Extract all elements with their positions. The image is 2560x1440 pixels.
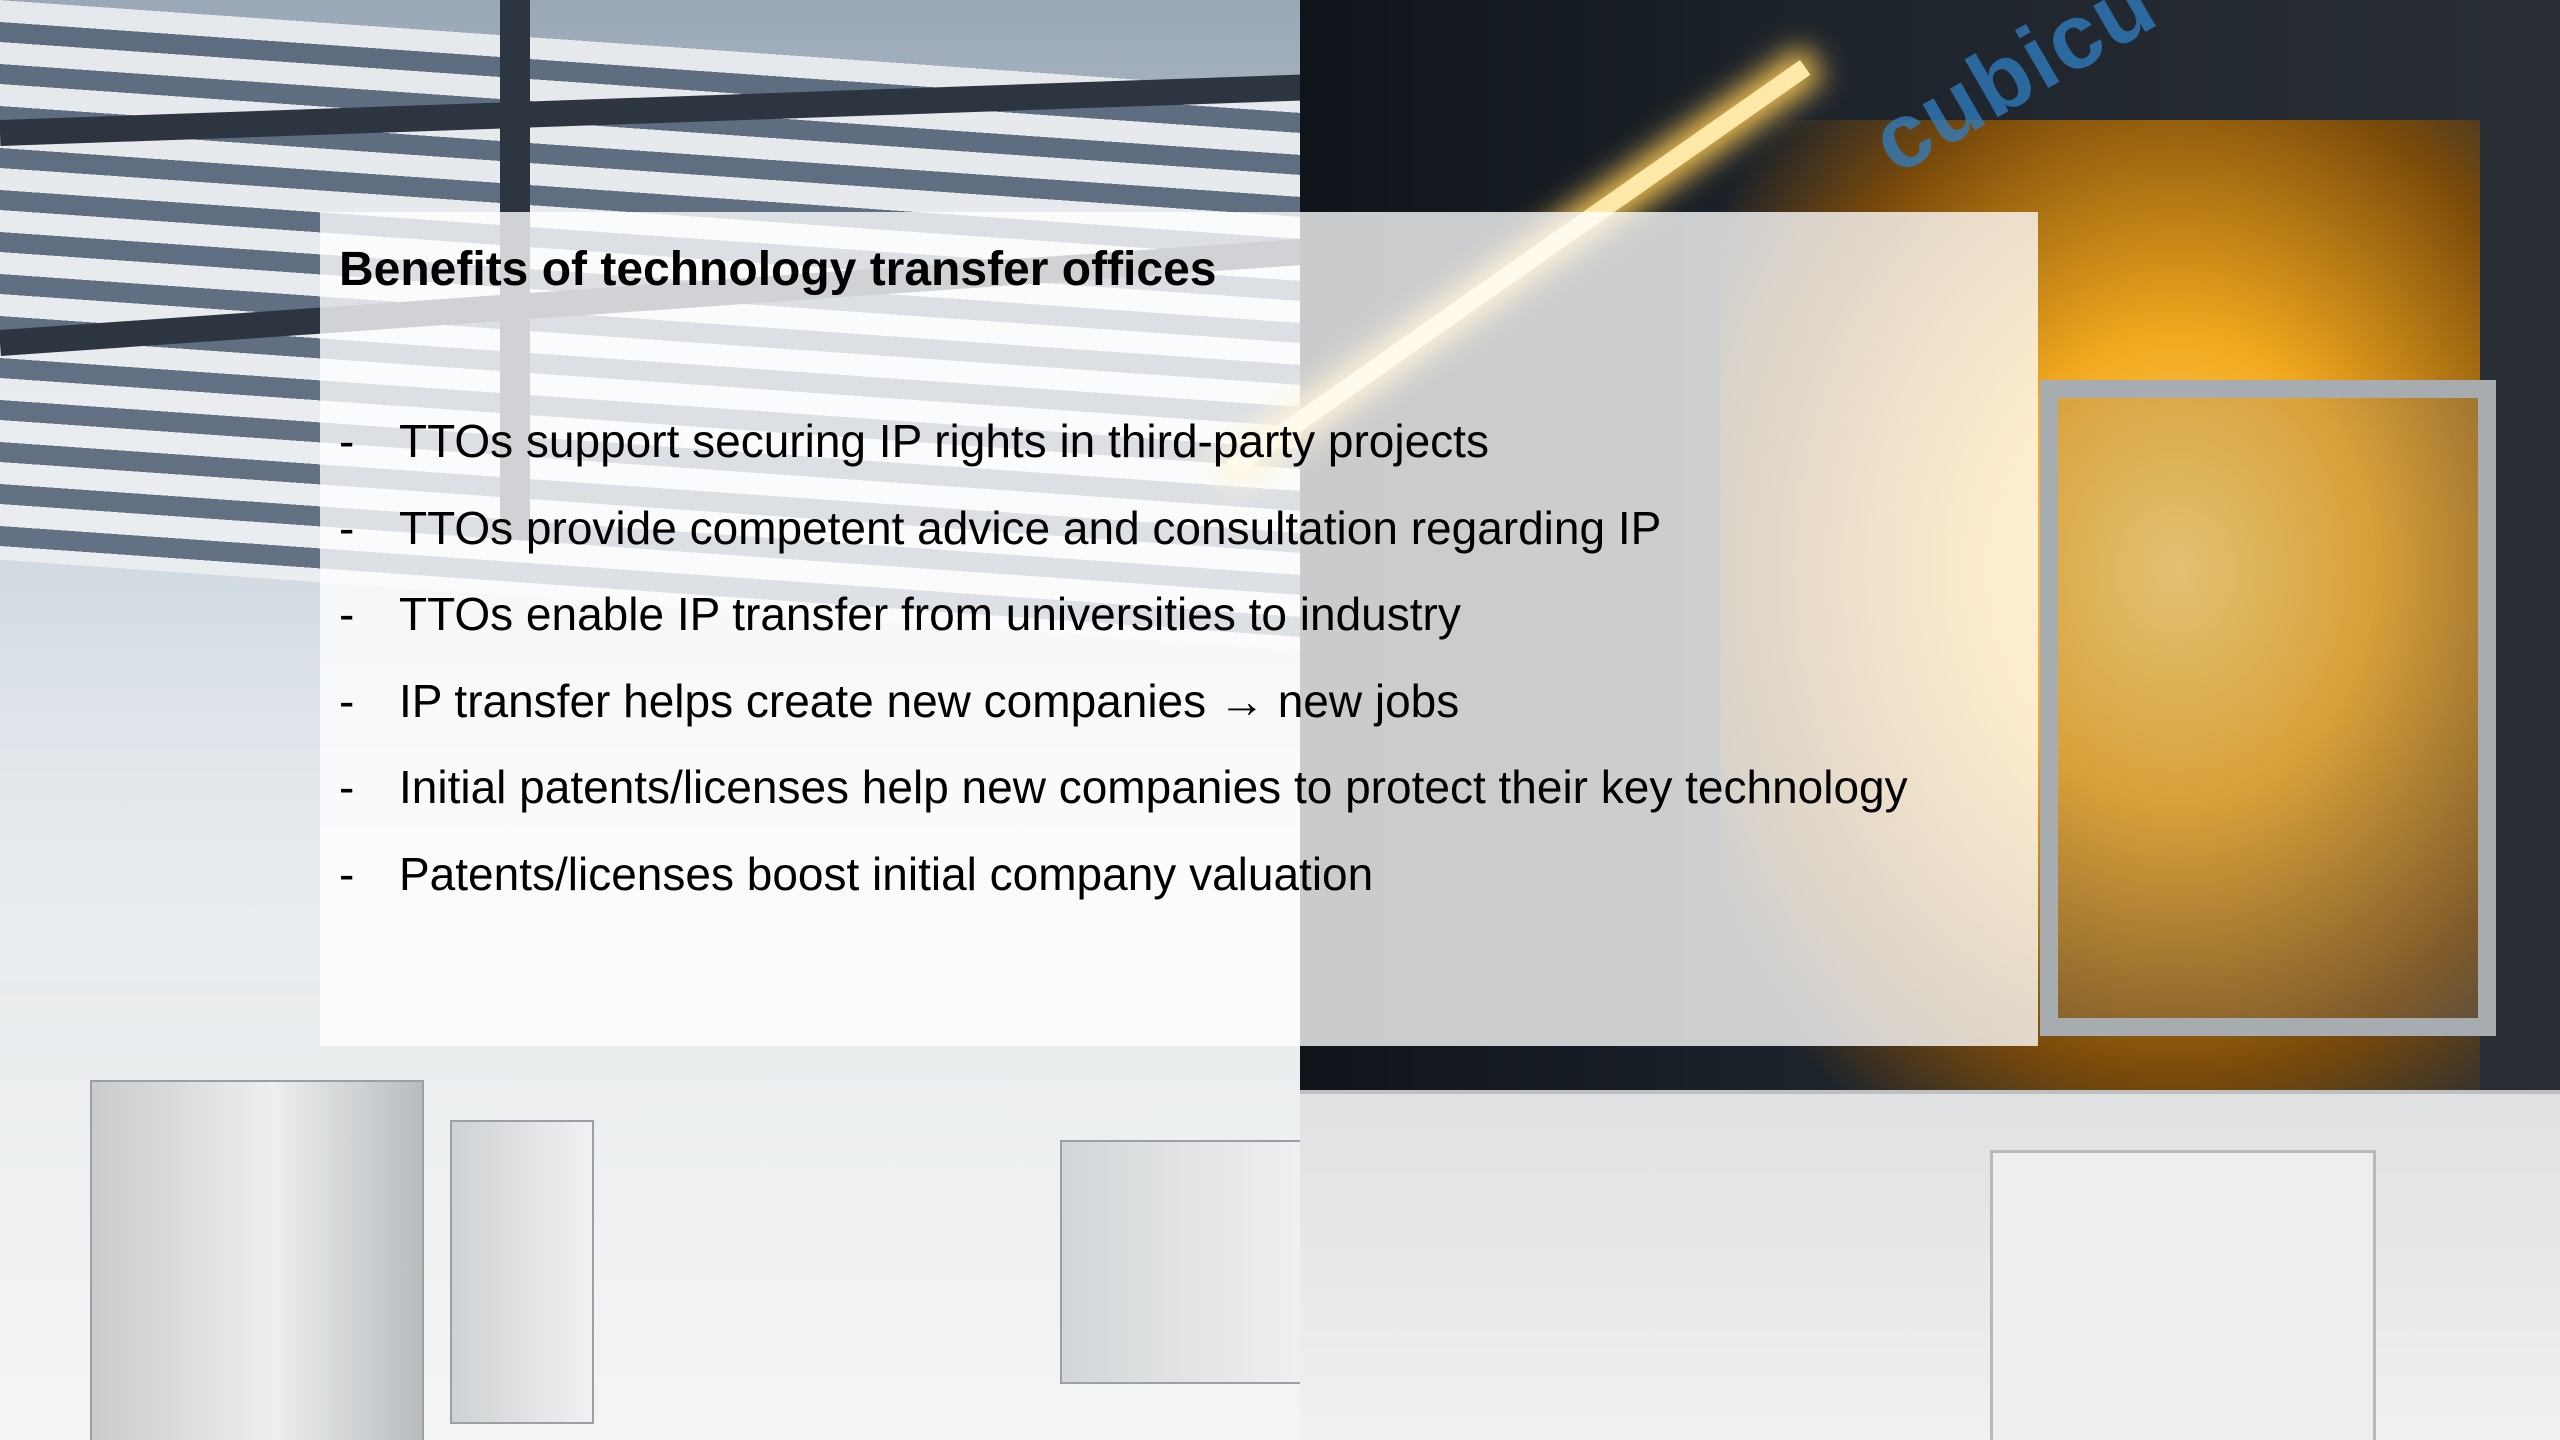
bullet-marker: - [339,761,355,813]
bullet-marker: - [339,588,355,640]
bullet-item: - Initial patents/licenses help new comp… [339,760,1908,847]
bullet-text: Patents/licenses boost initial company v… [399,847,1374,900]
printer-machine-middle [1060,1140,1324,1384]
machine-door [1990,1150,2376,1440]
bullet-item: - TTOs provide competent advice and cons… [339,501,1908,588]
bullet-text: TTOs support securing IP rights in third… [399,415,1489,467]
bullet-marker: - [339,501,355,554]
bullet-item: - TTOs support securing IP rights in thi… [339,414,1908,501]
printer-machine-left [90,1080,424,1440]
bullet-marker: - [339,847,355,900]
bullet-marker: - [339,415,355,467]
slide-title: Benefits of technology transfer offices [339,243,1217,296]
bullet-text: TTOs enable IP transfer from universitie… [399,588,1461,640]
bullet-text: Initial patents/licenses help new compan… [399,761,1908,813]
bullet-text: IP transfer helps create new companies →… [399,674,1460,727]
bullet-item: - TTOs enable IP transfer from universit… [339,587,1908,674]
bullet-item: - Patents/licenses boost initial company… [339,847,1908,934]
bullet-text: TTOs provide competent advice and consul… [399,501,1662,554]
bullet-item: - IP transfer helps create new companies… [339,674,1908,761]
printer-machine-left-small [450,1120,594,1424]
machine-frame [2040,380,2496,1036]
bullet-list: - TTOs support securing IP rights in thi… [339,414,1908,933]
bullet-marker: - [339,674,355,727]
content-panel: Benefits of technology transfer offices … [320,212,2038,1046]
